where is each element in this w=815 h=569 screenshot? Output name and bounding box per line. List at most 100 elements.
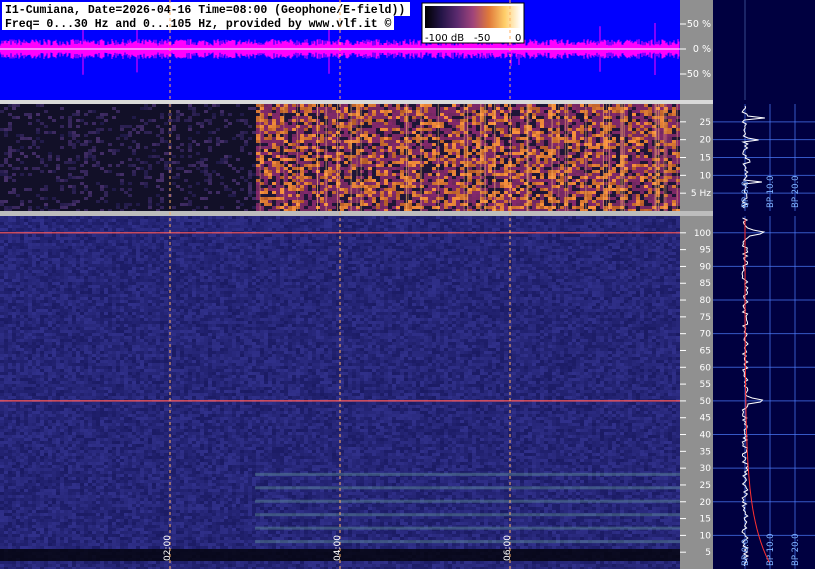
spectrogram-cell <box>124 134 128 137</box>
spectrogram-cell <box>4 104 8 107</box>
spectrogram-cell <box>168 113 172 116</box>
spectrogram-cell <box>12 152 16 155</box>
spectrogram-cell <box>192 125 196 128</box>
spectrogram-cell <box>244 206 248 209</box>
spectrogram-cell <box>0 164 4 167</box>
spectrogram-cell <box>56 155 60 158</box>
spectrogram-cell <box>4 179 8 182</box>
spectrogram-cell <box>100 161 104 164</box>
spectrogram-cell <box>156 134 160 137</box>
spectrogram-cell <box>72 179 76 182</box>
spectrogram-cell <box>68 119 72 122</box>
spectrogram-cell <box>168 131 172 134</box>
spectrogram-cell <box>52 131 56 134</box>
spectrogram-cell <box>120 146 124 149</box>
spectrogram-cell <box>124 155 128 158</box>
spectrogram-cell <box>44 170 48 173</box>
spectrogram-cell <box>88 164 92 167</box>
spectrogram-cell <box>224 131 228 134</box>
spectrogram-cell <box>128 104 132 107</box>
spectrogram-cell <box>200 128 204 131</box>
spectrogram-cell <box>160 140 164 143</box>
spectrogram-cell <box>28 197 32 200</box>
spectrogram-cell <box>160 110 164 113</box>
spectrogram-cell <box>136 122 140 125</box>
spectrogram-cell <box>4 128 8 131</box>
spectrogram-cell <box>40 188 44 191</box>
spectrogram-cell <box>16 203 20 206</box>
spectrogram-cell <box>56 122 60 125</box>
spectrogram-cell <box>24 116 28 119</box>
spectrogram-cell <box>88 167 92 170</box>
spectrogram-cell <box>100 197 104 200</box>
spectrogram-cell <box>124 161 128 164</box>
spectrogram-cell <box>52 116 56 119</box>
spectrogram-cell <box>28 131 32 134</box>
spectrogram-figure: I1-Cumiana, Date=2026-04-16 Time=08:00 (… <box>0 0 815 569</box>
spectrogram-cell <box>56 161 60 164</box>
spectrogram-cell <box>44 155 48 158</box>
spectrogram-cell <box>100 104 104 107</box>
spectrogram-cell <box>236 155 240 158</box>
spectrogram-cell <box>148 179 152 182</box>
spectrogram-cell <box>120 113 124 116</box>
spectrogram-cell <box>220 194 224 197</box>
spectrogram-cell <box>20 173 24 176</box>
spectrogram-cell <box>144 134 148 137</box>
spectrogram-cell <box>72 143 76 146</box>
spectrogram-cell <box>160 146 164 149</box>
spectrogram-cell <box>220 116 224 119</box>
spectrogram-cell <box>12 206 16 209</box>
spectrogram-cell <box>64 164 68 167</box>
spectrogram-cell <box>8 128 12 131</box>
spectrogram-cell <box>192 179 196 182</box>
spectrogram-cell <box>68 203 72 206</box>
spectrogram-cell <box>188 152 192 155</box>
spectrogram-cell <box>180 128 184 131</box>
spectrogram-cell <box>136 137 140 140</box>
spectrogram-cell <box>232 164 236 167</box>
spectrogram-cell <box>100 194 104 197</box>
spectrogram-cell <box>172 122 176 125</box>
spectrogram-cell <box>144 164 148 167</box>
spectrogram-cell <box>164 155 168 158</box>
spectrogram-cell <box>52 122 56 125</box>
spectrogram-cell <box>232 182 236 185</box>
spectrogram-cell <box>108 200 112 203</box>
spectrogram-cell <box>132 185 136 188</box>
spectrogram-cell <box>188 182 192 185</box>
spectrogram-cell <box>52 179 56 182</box>
spectrogram-cell <box>52 119 56 122</box>
spectrogram-cell <box>180 113 184 116</box>
spectrogram-cell <box>128 155 132 158</box>
spectrogram-cell <box>60 143 64 146</box>
spectrogram-cell <box>200 194 204 197</box>
spectrogram-cell <box>80 125 84 128</box>
spectrogram-cell <box>176 122 180 125</box>
spectrogram-cell <box>96 185 100 188</box>
spectrogram-cell <box>240 143 244 146</box>
spectrogram-cell <box>16 158 20 161</box>
spectrogram-cell <box>20 116 24 119</box>
spectrogram-cell <box>76 179 80 182</box>
spectrogram-cell <box>204 122 208 125</box>
spectrogram-cell <box>188 125 192 128</box>
spectrogram-cell <box>88 119 92 122</box>
spectrogram-cell <box>112 170 116 173</box>
spectrogram-cell <box>40 149 44 152</box>
spectrogram-cell <box>12 107 16 110</box>
spectrogram-cell <box>124 113 128 116</box>
spectrogram-cell <box>236 185 240 188</box>
spectrogram-cell <box>32 161 36 164</box>
spectrogram-cell <box>132 170 136 173</box>
spectrogram-cell <box>56 149 60 152</box>
spectrogram-cell <box>32 179 36 182</box>
spectrogram-cell <box>48 173 52 176</box>
spectrogram-cell <box>228 161 232 164</box>
spectrogram-cell <box>188 107 192 110</box>
spectrogram-cell <box>208 161 212 164</box>
spectrogram-cell <box>68 122 72 125</box>
spectrogram-cell <box>40 173 44 176</box>
spectrogram-cell <box>120 194 124 197</box>
spectrogram-cell <box>100 110 104 113</box>
